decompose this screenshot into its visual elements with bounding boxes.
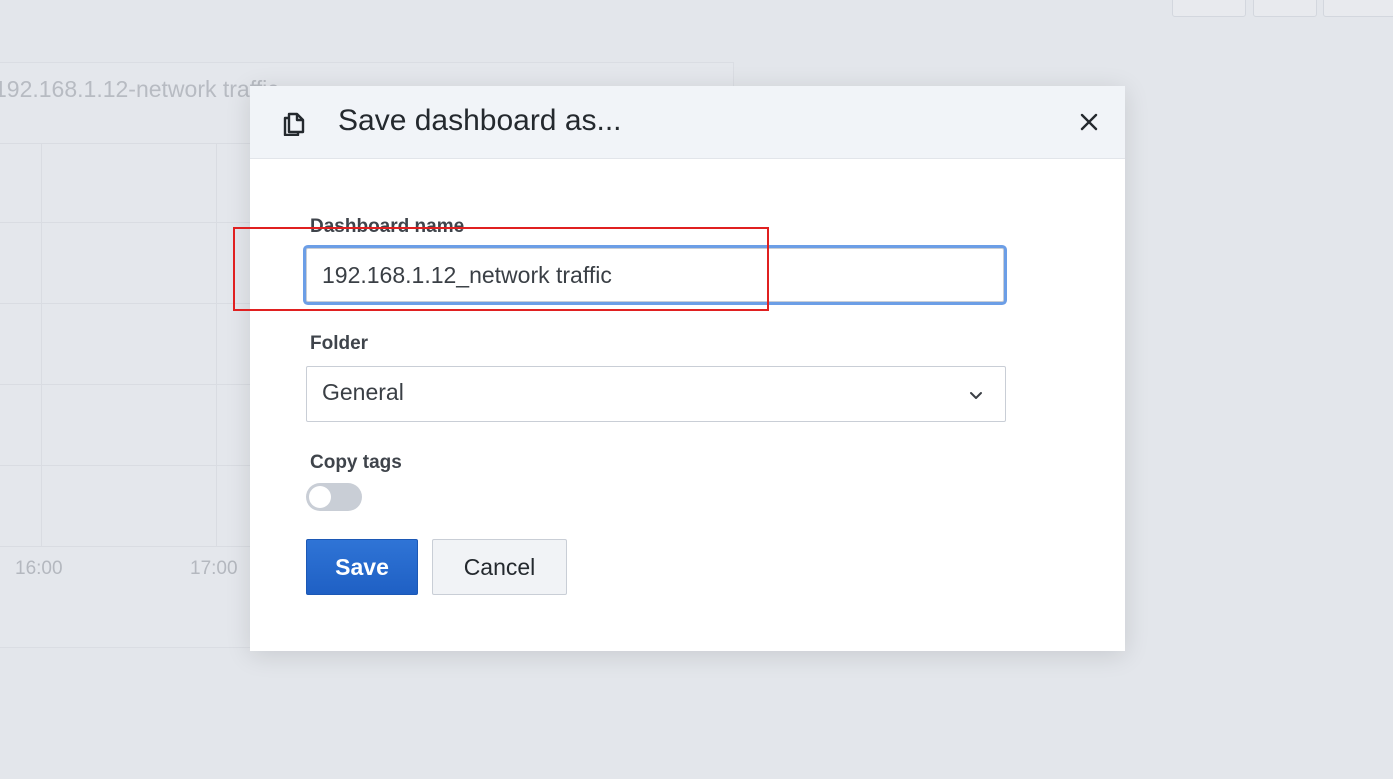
background-toolbar-button: [1323, 0, 1393, 17]
save-button[interactable]: Save: [306, 539, 418, 595]
cancel-button[interactable]: Cancel: [432, 539, 567, 595]
dashboard-name-input[interactable]: [306, 248, 1004, 302]
close-icon[interactable]: [1076, 109, 1102, 135]
toggle-knob: [309, 486, 331, 508]
modal-header: Save dashboard as...: [250, 86, 1125, 159]
folder-select[interactable]: General: [306, 366, 1006, 422]
dashboard-name-label: Dashboard name: [310, 216, 465, 237]
background-gridline: [41, 143, 42, 546]
background-toolbar-button: [1172, 0, 1246, 17]
modal-title: Save dashboard as...: [338, 104, 622, 137]
background-panel-title: 192.168.1.12-network traffic: [0, 76, 279, 102]
background-x-tick: 17:00: [190, 558, 238, 579]
folder-select-value: General: [322, 379, 404, 405]
background-toolbar-button: [1253, 0, 1317, 17]
save-dashboard-modal: Save dashboard as... Dashboard name Fold…: [250, 86, 1125, 651]
background-x-tick: 16:00: [15, 558, 63, 579]
chevron-down-icon: [970, 392, 982, 399]
folder-label: Folder: [310, 333, 369, 354]
copy-tags-label: Copy tags: [310, 452, 402, 473]
copy-tags-toggle[interactable]: [306, 483, 362, 511]
background-gridline: [216, 143, 217, 546]
copy-icon: [283, 112, 305, 136]
